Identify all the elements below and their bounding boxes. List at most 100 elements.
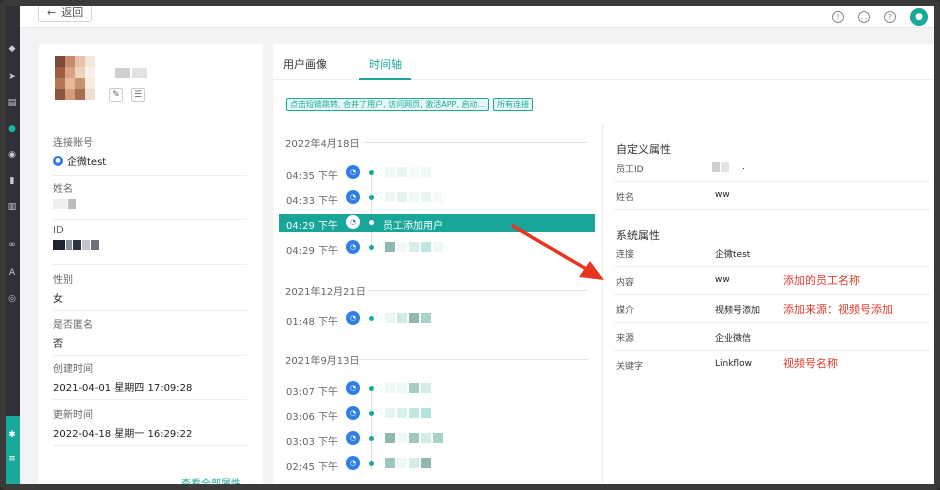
profile-name-blurred	[115, 68, 147, 78]
timeline-item[interactable]: 03:07 下午 ◔	[279, 380, 595, 398]
link-icon[interactable]: ∞	[7, 240, 17, 250]
send-icon[interactable]: ➤	[7, 72, 17, 82]
app-window: ◆ ➤ ▤ ● ◉ ▮ ▥ ∞ A ◎ ✱ ≡ ← 返回 ! … ? ● ✎ ☰…	[0, 0, 940, 490]
attr-row-content: 内容 ww	[614, 267, 930, 295]
user-icon[interactable]: ●	[7, 124, 17, 134]
field-updated-at: 更新时间 2022-04-18 星期一 16:29:22	[53, 406, 247, 446]
edit-icon[interactable]: ✎	[109, 88, 123, 102]
back-button-label: 返回	[61, 6, 84, 19]
chat-bubble-icon: ◔	[346, 190, 360, 204]
annotation-keyword: 视频号名称	[783, 357, 838, 370]
event-text-blurred	[385, 167, 431, 177]
timeline-separator	[359, 359, 588, 360]
timeline-node	[369, 461, 374, 466]
attr-row-keyword: 关键字 Linkflow	[616, 359, 752, 372]
tab-timeline[interactable]: 时间轴	[369, 56, 402, 72]
timeline-item-selected[interactable]: 04:29 下午 ◔ 员工添加用户	[279, 214, 595, 232]
event-filter-tag[interactable]: 点击短链跳转, 合并了用户, 访问网页, 激活APP, 启动...	[286, 98, 490, 111]
event-text-blurred	[385, 192, 443, 202]
attr-row-employee-id: 员工ID .	[614, 154, 930, 182]
nav-rail: ◆ ➤ ▤ ● ◉ ▮ ▥ ∞ A ◎ ✱ ≡	[6, 6, 20, 484]
field-created-at: 创建时间 2021-04-01 星期四 17:09:28	[53, 360, 247, 400]
list-icon[interactable]: ▤	[7, 98, 17, 108]
event-text-blurred	[385, 313, 431, 323]
main-panel: 用户画像 时间轴 点击短链跳转, 合并了用户, 访问网页, 激活APP, 启动.…	[273, 44, 934, 484]
chat-bubble-icon: ◔	[346, 311, 360, 325]
timeline-item[interactable]: 04:35 下午 ◔	[279, 164, 595, 182]
attr-row-source: 来源 企业微信	[614, 323, 930, 351]
target-icon[interactable]: ◎	[7, 294, 17, 304]
id-blurred	[53, 240, 99, 250]
event-text-blurred	[385, 458, 431, 468]
timeline-item[interactable]: 04:29 下午 ◔	[279, 239, 595, 257]
timeline-item[interactable]: 04:33 下午 ◔	[279, 189, 595, 207]
chat-bubble-icon: ◔	[346, 215, 360, 229]
back-button[interactable]: ← 返回	[38, 5, 93, 22]
timeline-node	[369, 386, 374, 391]
field-connection-account: 连接账号 ● 企微test	[53, 134, 247, 176]
attr-row-connection: 连接 企微test	[614, 239, 930, 267]
chat-icon[interactable]: …	[858, 11, 870, 23]
arrow-left-icon: ←	[47, 5, 57, 19]
timeline-separator	[367, 290, 588, 291]
timeline-separator	[363, 142, 588, 143]
timeline-node	[369, 245, 374, 250]
chat-bubble-icon: ◔	[346, 381, 360, 395]
menu-icon[interactable]: ≡	[7, 454, 17, 464]
users-icon[interactable]: ◉	[7, 150, 17, 160]
annotation-medium: 添加来源：视频号添加	[783, 303, 893, 316]
ad-icon[interactable]: A	[7, 268, 17, 278]
timeline-node	[369, 411, 374, 416]
bookmark-icon[interactable]: ▮	[7, 176, 17, 186]
event-text-blurred	[385, 433, 443, 443]
view-all-attributes-link[interactable]: 查看全部属性	[181, 475, 241, 484]
profile-avatar	[55, 56, 95, 100]
timeline-item[interactable]: 02:45 下午 ◔	[279, 455, 595, 473]
chart-icon[interactable]: ▥	[7, 202, 17, 212]
connection-filter-tag[interactable]: 所有连接	[493, 98, 533, 111]
settings-icon[interactable]: ✱	[7, 430, 17, 440]
event-text-blurred	[385, 242, 443, 252]
field-name: 姓名	[53, 180, 247, 220]
chat-bubble-icon: ◔	[346, 406, 360, 420]
attr-row-name: 姓名 ww	[614, 182, 930, 210]
home-icon[interactable]: ◆	[7, 44, 17, 54]
list-icon[interactable]: ☰	[131, 88, 145, 102]
chat-bubble-icon: ◔	[346, 431, 360, 445]
field-anonymous: 是否匿名 否	[53, 316, 247, 356]
timeline-event-text: 员工添加用户	[383, 221, 443, 232]
bell-icon[interactable]: !	[832, 11, 844, 23]
tab-bar: 用户画像 时间轴	[273, 44, 934, 80]
employee-id-blurred	[712, 162, 734, 172]
timeline-date: 2021年9月13日	[285, 356, 360, 367]
timeline-node	[369, 170, 374, 175]
timeline-node	[369, 316, 374, 321]
timeline-item[interactable]: 03:06 下午 ◔	[279, 405, 595, 423]
help-icon[interactable]: ?	[884, 11, 896, 23]
field-gender: 性别 女	[53, 271, 247, 311]
wecom-icon: ●	[53, 155, 63, 166]
profile-panel: ✎ ☰ 连接账号 ● 企微test 姓名 ID 性别 女 是否匿名 否 创建时间 …	[39, 44, 263, 484]
top-bar: ← 返回 ! … ? ●	[20, 6, 934, 28]
tab-user-portrait[interactable]: 用户画像	[283, 56, 327, 72]
active-tab-indicator	[359, 78, 411, 80]
top-icons: ! … ? ●	[832, 6, 928, 28]
annotation-content: 添加的员工名称	[783, 274, 860, 287]
timeline-date: 2021年12月21日	[285, 287, 366, 298]
chat-bubble-icon: ◔	[346, 165, 360, 179]
timeline-node	[369, 220, 374, 225]
field-id: ID	[53, 225, 247, 265]
event-text-blurred	[385, 383, 431, 393]
rail-bottom-panel: ✱ ≡	[6, 416, 20, 484]
timeline-node	[369, 436, 374, 441]
timeline-item[interactable]: 01:48 下午 ◔	[279, 310, 595, 328]
chat-bubble-icon: ◔	[346, 240, 360, 254]
chat-bubble-icon: ◔	[346, 456, 360, 470]
timeline-date: 2022年4月18日	[285, 139, 360, 150]
event-text-blurred	[385, 408, 431, 418]
user-avatar[interactable]: ●	[910, 8, 928, 26]
timeline-item[interactable]: 03:03 下午 ◔	[279, 430, 595, 448]
timeline-node	[369, 195, 374, 200]
panel-divider	[602, 124, 603, 484]
name-blurred	[53, 199, 76, 209]
